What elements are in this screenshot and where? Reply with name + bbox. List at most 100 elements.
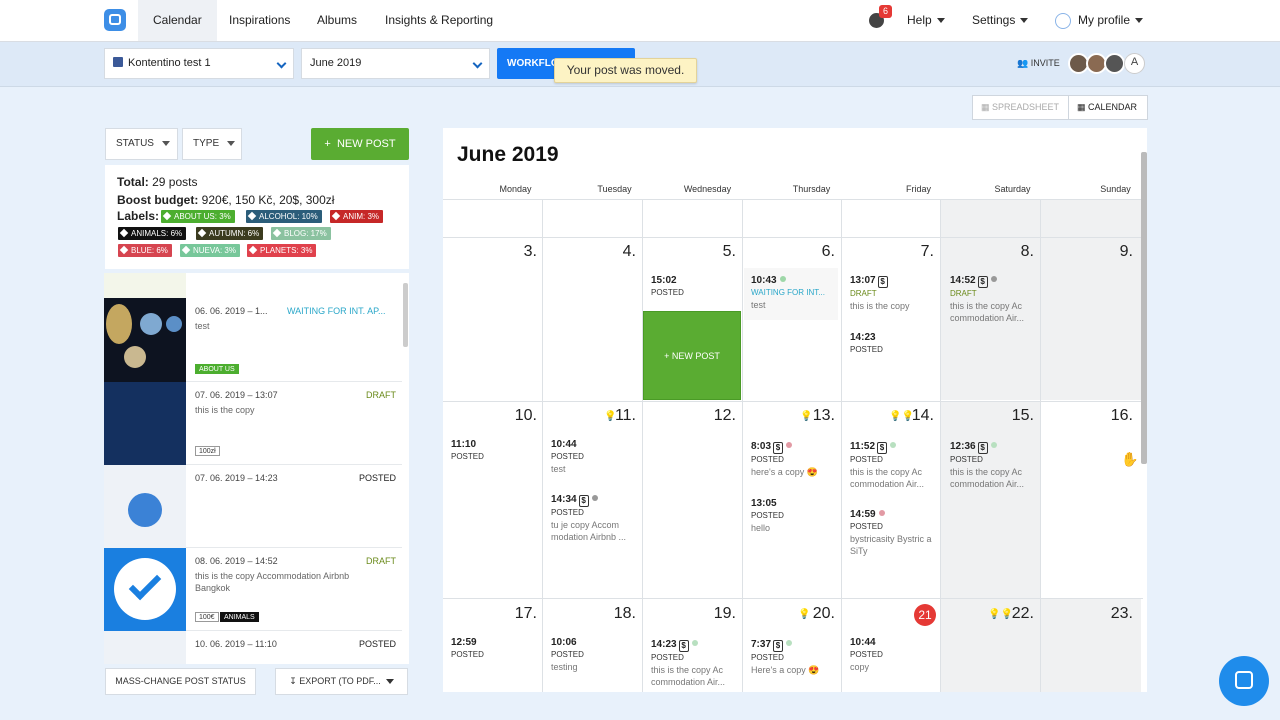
calendar-event[interactable]: 12:59 POSTED bbox=[451, 637, 484, 661]
tab-calendar[interactable]: Calendar bbox=[138, 0, 217, 41]
day-number[interactable]: 5. bbox=[702, 243, 736, 261]
label-chip[interactable]: BLUE: 6% bbox=[118, 244, 172, 257]
list-item[interactable]: 10. 06. 2019 – 11:10 POSTED bbox=[104, 631, 402, 664]
grid-line bbox=[443, 237, 1143, 238]
status-filter[interactable]: STATUS bbox=[105, 128, 178, 160]
day-number[interactable]: 6. bbox=[801, 243, 835, 261]
profile-menu[interactable]: My profile bbox=[1078, 0, 1144, 41]
chat-support-icon[interactable] bbox=[1219, 656, 1269, 706]
grid-line bbox=[1040, 200, 1041, 692]
tab-insights-reporting[interactable]: Insights & Reporting bbox=[370, 0, 508, 41]
label-chip[interactable]: ALCOHOL: 10% bbox=[246, 210, 322, 223]
profile-avatar-icon[interactable] bbox=[1055, 13, 1071, 29]
month-select-value: June 2019 bbox=[310, 57, 362, 69]
status-filter-label: STATUS bbox=[116, 138, 154, 149]
help-menu[interactable]: Help bbox=[907, 0, 945, 41]
label-chip[interactable]: BLOG: 17% bbox=[271, 227, 331, 240]
calendar-event[interactable]: 8:03 $ POSTED here's a copy 😍 bbox=[751, 441, 837, 478]
calendar-event[interactable]: 10:44 POSTED test bbox=[551, 439, 584, 475]
day-number[interactable]: 11. bbox=[602, 407, 636, 425]
calendar-event[interactable]: 10:06 POSTED testing bbox=[551, 637, 584, 673]
day-number[interactable]: 4. bbox=[602, 243, 636, 261]
type-filter[interactable]: TYPE bbox=[182, 128, 242, 160]
invite-button[interactable]: 👥 INVITE bbox=[1017, 58, 1060, 69]
day-number[interactable]: 13. bbox=[801, 407, 835, 425]
month-select[interactable]: June 2019 bbox=[301, 48, 490, 79]
calendar-grid-icon: ▦ bbox=[1077, 102, 1086, 112]
calendar-event[interactable]: 14:23 POSTED bbox=[850, 332, 883, 356]
day-header: Tuesday bbox=[597, 184, 632, 194]
calendar-scrollbar[interactable] bbox=[1141, 152, 1147, 464]
tab-inspirations[interactable]: Inspirations bbox=[214, 0, 305, 41]
chevron-down-icon bbox=[385, 679, 394, 685]
new-post-cell-button[interactable]: + NEW POST bbox=[643, 311, 741, 400]
day-number[interactable]: 9. bbox=[1099, 243, 1133, 261]
post-status: DRAFT bbox=[366, 390, 396, 400]
chevron-down-icon bbox=[276, 58, 287, 69]
day-number[interactable]: 7. bbox=[900, 243, 934, 261]
calendar-event[interactable]: 14:52 $ DRAFT this is the copy Ac commodati… bbox=[950, 275, 1035, 324]
day-number[interactable]: 15. bbox=[1000, 407, 1034, 425]
day-number[interactable]: 10. bbox=[503, 407, 537, 425]
top-nav: Calendar Inspirations Albums Insights & … bbox=[0, 0, 1280, 42]
day-number[interactable]: 17. bbox=[503, 605, 537, 623]
label-chip[interactable]: AUTUMN: 6% bbox=[196, 227, 264, 240]
post-tag: ABOUT US bbox=[195, 364, 239, 374]
day-number[interactable]: 22. bbox=[1000, 605, 1034, 623]
mass-change-button[interactable]: MASS-CHANGE POST STATUS bbox=[105, 668, 256, 695]
list-item[interactable]: 07. 06. 2019 – 13:07 DRAFT this is the c… bbox=[104, 382, 402, 465]
page-select[interactable]: Kontentino test 1 bbox=[104, 48, 294, 79]
day-number[interactable]: 18. bbox=[602, 605, 636, 623]
label-chip[interactable]: ANIMALS: 6% bbox=[118, 227, 187, 240]
calendar-event[interactable]: 14:34 $ POSTED tu je copy Accom modation Ai… bbox=[551, 494, 637, 543]
export-button[interactable]: ↧ EXPORT (TO PDF... bbox=[275, 668, 408, 695]
grid-line bbox=[940, 200, 941, 692]
day-number[interactable]: 23. bbox=[1099, 605, 1133, 623]
day-number[interactable]: 20. bbox=[801, 605, 835, 623]
spreadsheet-view-button[interactable]: ▦ SPREADSHEET bbox=[972, 95, 1069, 120]
type-filter-label: TYPE bbox=[193, 138, 220, 149]
calendar-event[interactable]: 10:44 POSTED copy bbox=[850, 637, 883, 673]
list-item[interactable]: 07. 06. 2019 – 14:23 POSTED bbox=[104, 465, 402, 548]
calendar-event[interactable]: 11:52 $ POSTED this is the copy Ac commodat… bbox=[850, 441, 936, 490]
calendar-view-button[interactable]: ▦ CALENDAR bbox=[1068, 95, 1148, 120]
day-number[interactable]: 16. bbox=[1099, 407, 1133, 425]
today-day-number[interactable]: 21 bbox=[914, 604, 936, 626]
post-list[interactable]: 06. 06. 2019 – 1... WAITING FOR INT. AP.… bbox=[104, 273, 409, 664]
day-number[interactable]: 8. bbox=[1000, 243, 1034, 261]
tab-albums[interactable]: Albums bbox=[302, 0, 372, 41]
list-item[interactable]: 08. 06. 2019 – 14:52 DRAFT this is the c… bbox=[104, 548, 402, 631]
day-number[interactable]: 19. bbox=[702, 605, 736, 623]
label-chip[interactable]: ABOUT US: 3% bbox=[161, 210, 235, 223]
calendar-event[interactable]: 14:59 POSTED bystricasity Bystric a SiTy bbox=[850, 509, 936, 557]
total-label: Total: bbox=[117, 175, 149, 189]
calendar-event[interactable]: 13:05 POSTED hello bbox=[751, 498, 784, 534]
toast-message: Your post was moved. bbox=[554, 58, 697, 83]
day-number[interactable]: 12. bbox=[702, 407, 736, 425]
label-chip[interactable]: PLANETS: 3% bbox=[247, 244, 317, 257]
avatar[interactable]: A bbox=[1124, 53, 1145, 74]
calendar-event[interactable]: 15:02 POSTED bbox=[651, 275, 684, 299]
calendar-event[interactable]: 13:07 $ DRAFT this is the copy bbox=[850, 275, 910, 312]
grid-line bbox=[742, 200, 743, 692]
new-post-button[interactable]: + NEW POST bbox=[311, 128, 409, 160]
avatar[interactable] bbox=[1104, 53, 1125, 74]
day-number[interactable]: 14. bbox=[900, 407, 934, 425]
calendar-event[interactable]: 7:37 $ POSTED Here's a copy 😍 bbox=[751, 639, 837, 676]
calendar-event[interactable]: 14:23 $ POSTED this is the copy Ac commodat… bbox=[651, 639, 737, 688]
post-text: test bbox=[195, 321, 210, 331]
day-number[interactable]: 3. bbox=[503, 243, 537, 261]
post-list-scrollbar[interactable] bbox=[403, 283, 408, 347]
label-chip[interactable]: ANIM: 3% bbox=[330, 210, 384, 223]
app-logo-icon[interactable] bbox=[104, 9, 126, 31]
label-chip[interactable]: NUEVA: 3% bbox=[180, 244, 240, 257]
calendar-event[interactable]: 11:10 POSTED bbox=[451, 439, 484, 463]
boost-dollar-icon: $ bbox=[678, 640, 689, 652]
calendar-title: June 2019 bbox=[457, 143, 559, 166]
grid-line bbox=[443, 199, 1143, 200]
list-item[interactable]: 06. 06. 2019 – 1... WAITING FOR INT. AP.… bbox=[104, 298, 402, 382]
calendar-event[interactable]: 10:43 WAITING FOR INT... test bbox=[744, 268, 838, 320]
boost-dollar-icon: $ bbox=[877, 442, 888, 454]
calendar-event[interactable]: 12:36 $ POSTED this is the copy Ac commodat… bbox=[950, 441, 1036, 490]
settings-menu[interactable]: Settings bbox=[972, 0, 1029, 41]
